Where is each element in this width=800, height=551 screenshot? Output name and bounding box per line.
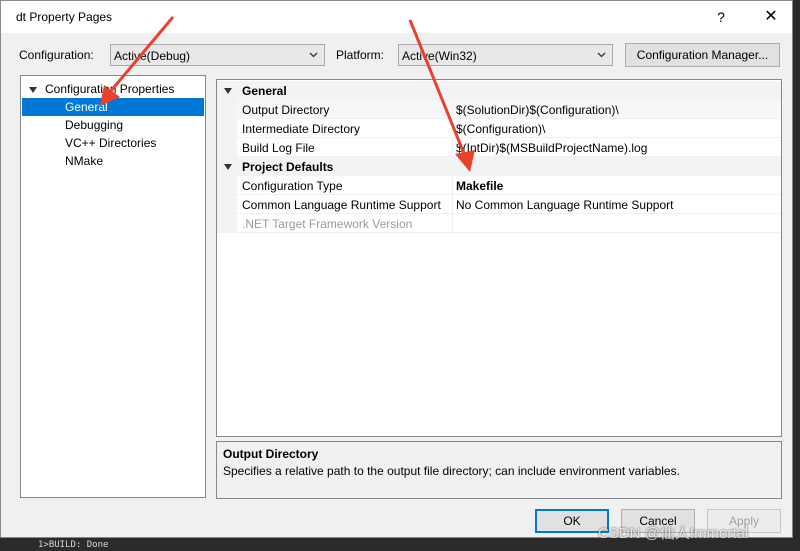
grid-row-clr-support[interactable]: Common Language Runtime Support No Commo…	[217, 195, 781, 214]
tree-item-debugging[interactable]: Debugging	[65, 116, 123, 134]
row-gutter	[217, 138, 237, 157]
collapse-caret-icon[interactable]	[224, 88, 232, 94]
platform-value: Active(Win32)	[402, 49, 477, 63]
grid-row-configuration-type[interactable]: Configuration Type Makefile	[217, 176, 781, 195]
grid-category-project-defaults[interactable]: Project Defaults	[217, 157, 781, 176]
grid-row-output-directory[interactable]: Output Directory $(SolutionDir)$(Configu…	[217, 100, 781, 119]
description-title: Output Directory	[223, 447, 319, 461]
property-pages-dialog: dt Property Pages ? ✕ Configuration: Act…	[0, 0, 793, 538]
description-panel: Output Directory Specifies a relative pa…	[216, 441, 782, 499]
property-name: Output Directory	[242, 103, 330, 117]
tree-root-configuration-properties[interactable]: Configuration Properties	[45, 80, 174, 98]
row-gutter	[217, 176, 237, 195]
expand-caret-icon[interactable]	[29, 87, 37, 93]
platform-combo[interactable]: Active(Win32)	[398, 44, 613, 66]
tree-item-general[interactable]: General	[22, 98, 204, 116]
title-bar: dt Property Pages ? ✕	[1, 1, 792, 33]
column-separator	[452, 138, 453, 157]
category-title: Project Defaults	[242, 160, 334, 174]
column-separator	[452, 195, 453, 214]
grid-category-general[interactable]: General	[217, 81, 781, 100]
row-gutter	[217, 119, 237, 138]
property-value: $(SolutionDir)$(Configuration)\	[456, 103, 619, 117]
close-button[interactable]: ✕	[751, 3, 791, 31]
row-gutter	[217, 100, 237, 119]
grid-row-intermediate-directory[interactable]: Intermediate Directory $(Configuration)\	[217, 119, 781, 138]
column-separator	[452, 214, 453, 233]
console-output-text: 1>BUILD: Done	[38, 540, 109, 550]
property-grid: General Output Directory $(SolutionDir)$…	[216, 79, 782, 437]
window-title: dt Property Pages	[16, 10, 113, 24]
property-value: No Common Language Runtime Support	[456, 198, 674, 212]
property-name: Build Log File	[242, 141, 315, 155]
description-text: Specifies a relative path to the output …	[223, 464, 680, 478]
help-button[interactable]: ?	[701, 3, 741, 31]
column-separator	[452, 119, 453, 138]
row-gutter	[217, 214, 237, 233]
property-name: Common Language Runtime Support	[242, 198, 441, 212]
category-title: General	[242, 84, 287, 98]
column-separator	[452, 176, 453, 195]
chevron-down-icon	[597, 52, 606, 58]
configuration-label: Configuration:	[19, 48, 94, 62]
grid-row-net-target-framework[interactable]: .NET Target Framework Version	[217, 214, 781, 233]
property-tree: Configuration Properties General Debuggi…	[20, 75, 206, 498]
configuration-combo[interactable]: Active(Debug)	[110, 44, 325, 66]
tree-item-nmake[interactable]: NMake	[65, 152, 103, 170]
tree-item-vc-directories[interactable]: VC++ Directories	[65, 134, 156, 152]
property-value: Makefile	[456, 179, 504, 193]
configuration-manager-button[interactable]: Configuration Manager...	[625, 43, 780, 67]
property-name: Intermediate Directory	[242, 122, 361, 136]
column-separator	[452, 100, 453, 119]
platform-label: Platform:	[336, 48, 385, 62]
watermark-text: CSDN @仙人Immortal	[598, 525, 749, 542]
row-gutter	[217, 195, 237, 214]
property-name: Configuration Type	[242, 179, 343, 193]
tree-item-label: General	[65, 100, 108, 114]
property-value: $(Configuration)\	[456, 122, 546, 136]
configuration-value: Active(Debug)	[114, 49, 191, 63]
chevron-down-icon	[309, 52, 318, 58]
grid-row-build-log-file[interactable]: Build Log File $(IntDir)$(MSBuildProject…	[217, 138, 781, 157]
property-name: .NET Target Framework Version	[242, 217, 413, 231]
collapse-caret-icon[interactable]	[224, 164, 232, 170]
property-value: $(IntDir)$(MSBuildProjectName).log	[456, 141, 648, 155]
